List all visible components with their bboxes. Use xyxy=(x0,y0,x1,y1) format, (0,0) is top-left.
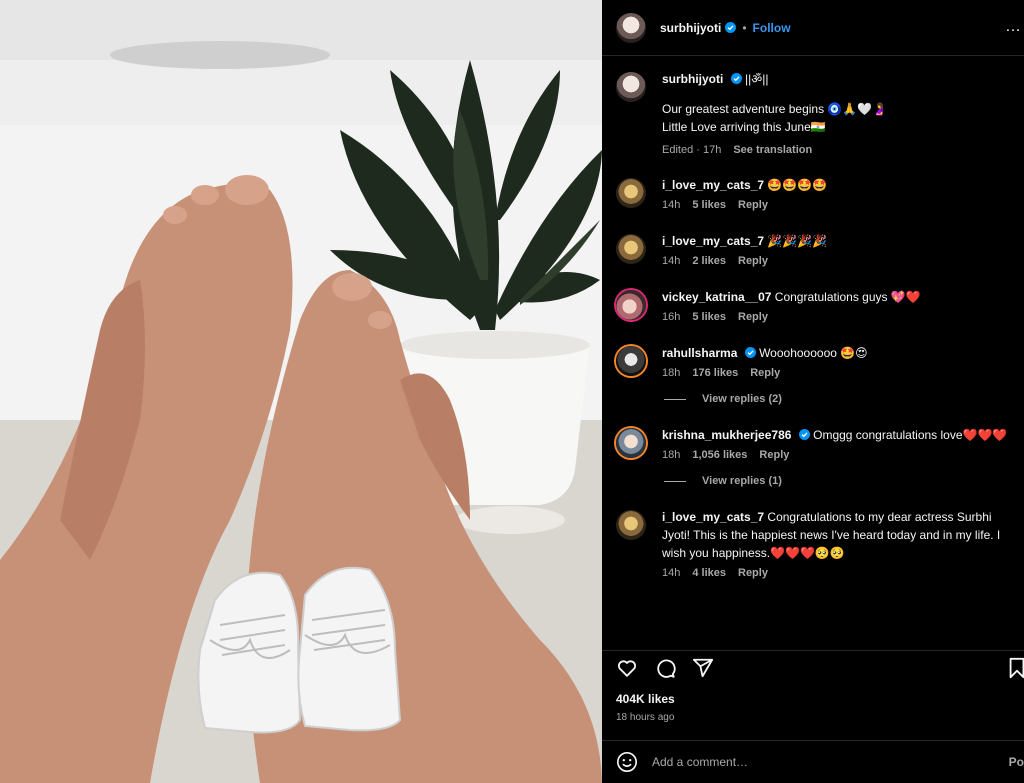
save-bookmark-icon[interactable] xyxy=(1006,657,1024,679)
reply-button[interactable]: Reply xyxy=(738,199,768,211)
follow-button[interactable]: Follow xyxy=(753,21,791,35)
comment-item: vickey_katrina__07 Congratulations guys … xyxy=(616,288,1010,323)
caption-line-1: Our greatest adventure begins 🧿🙏🤍🤰 xyxy=(662,102,888,116)
commenter-avatar[interactable] xyxy=(616,510,646,540)
post-header: surbhijyoti • Follow … xyxy=(602,0,1024,56)
comment-time: 16h xyxy=(662,311,681,323)
commenter-username[interactable]: krishna_mukherjee786 xyxy=(662,428,791,442)
comment-time: 18h xyxy=(662,367,681,379)
caption-name-suffix: ||ॐ|| xyxy=(745,72,769,86)
comment-item: i_love_my_cats_7 🤩🤩🤩🤩 14h 5 likes Reply xyxy=(616,176,1010,211)
comment-text: 🎉🎉🎉🎉 xyxy=(767,234,828,248)
commenter-avatar[interactable] xyxy=(616,178,646,208)
comment-likes[interactable]: 5 likes xyxy=(692,199,726,211)
share-send-icon[interactable] xyxy=(692,657,714,679)
commenter-username[interactable]: vickey_katrina__07 xyxy=(662,290,771,304)
comment-item: rahullsharma Wooohoooooo 🤩😍 18h 176 likes… xyxy=(616,344,1010,379)
author-username[interactable]: surbhijyoti xyxy=(660,21,721,35)
commenter-avatar[interactable] xyxy=(616,346,646,376)
caption-username[interactable]: surbhijyoti xyxy=(662,72,723,86)
commenter-avatar[interactable] xyxy=(616,290,646,320)
post-side-panel: surbhijyoti • Follow … surbhijyoti ||ॐ||… xyxy=(602,0,1024,783)
comment-time: 14h xyxy=(662,255,681,267)
post-comment-button[interactable]: Po xyxy=(1009,755,1024,769)
commenter-username[interactable]: i_love_my_cats_7 xyxy=(662,510,764,524)
author-avatar[interactable] xyxy=(616,12,646,43)
comment-time: 14h xyxy=(662,199,681,211)
view-replies-button[interactable]: View replies (2) xyxy=(664,393,1010,405)
comment-text: 🤩🤩🤩🤩 xyxy=(767,178,828,192)
comment-likes[interactable]: 1,056 likes xyxy=(692,449,747,461)
reply-button[interactable]: Reply xyxy=(738,311,768,323)
commenter-username[interactable]: rahullsharma xyxy=(662,346,737,360)
more-options-icon[interactable]: … xyxy=(1005,18,1022,36)
verified-badge-icon xyxy=(730,73,742,84)
commenter-avatar[interactable] xyxy=(616,428,646,458)
instagram-post-view: surbhijyoti • Follow … surbhijyoti ||ॐ||… xyxy=(0,0,1024,783)
post-image xyxy=(0,0,602,783)
view-replies-label: View replies (2) xyxy=(702,393,782,405)
reply-button[interactable]: Reply xyxy=(759,449,789,461)
comment-likes[interactable]: 4 likes xyxy=(692,567,726,579)
comment-item: krishna_mukherjee786 Omggg congratulatio… xyxy=(616,426,1010,461)
commenter-avatar[interactable] xyxy=(616,234,646,264)
separator-dot: • xyxy=(742,20,747,35)
reply-button[interactable]: Reply xyxy=(738,255,768,267)
add-comment-bar: Po xyxy=(602,740,1024,783)
likes-count[interactable]: 404K likes xyxy=(616,692,1010,706)
verified-badge-icon xyxy=(744,347,756,358)
comment-text: Wooohoooooo 🤩😍 xyxy=(759,346,868,360)
caption-line-2: Little Love arriving this June🇮🇳 xyxy=(662,120,826,134)
like-heart-icon[interactable] xyxy=(616,657,638,679)
view-replies-line xyxy=(664,398,686,400)
add-comment-input[interactable] xyxy=(652,755,972,769)
comment-item: i_love_my_cats_7 Congratulations to my d… xyxy=(616,508,1010,579)
post-photo[interactable] xyxy=(0,0,602,783)
view-replies-line xyxy=(664,480,686,482)
comment-bubble-icon[interactable] xyxy=(654,657,676,679)
emoji-icon[interactable] xyxy=(616,751,638,773)
comment-time: 18h xyxy=(662,449,681,461)
reply-button[interactable]: Reply xyxy=(738,567,768,579)
reply-button[interactable]: Reply xyxy=(750,367,780,379)
comment-item: i_love_my_cats_7 🎉🎉🎉🎉 14h 2 likes Reply xyxy=(616,232,1010,267)
post-actions: 404K likes 18 hours ago xyxy=(602,650,1024,740)
post-timestamp: 18 hours ago xyxy=(616,712,675,723)
see-translation-link[interactable]: See translation xyxy=(733,144,812,156)
view-replies-label: View replies (1) xyxy=(702,475,782,487)
comment-text: Omggg congratulations love❤️❤️❤️ xyxy=(813,428,1008,442)
comment-likes[interactable]: 5 likes xyxy=(692,311,726,323)
verified-badge-icon xyxy=(798,429,810,440)
comment-likes[interactable]: 2 likes xyxy=(692,255,726,267)
comment-text: Congratulations guys 💖❤️ xyxy=(774,290,921,304)
comments-list[interactable]: surbhijyoti ||ॐ|| Our greatest adventure… xyxy=(602,56,1024,650)
commenter-username[interactable]: i_love_my_cats_7 xyxy=(662,234,764,248)
view-replies-button[interactable]: View replies (1) xyxy=(664,475,1010,487)
comment-likes[interactable]: 176 likes xyxy=(692,367,738,379)
caption-avatar[interactable] xyxy=(616,72,646,102)
caption-edited: Edited · 17h xyxy=(662,144,722,156)
caption: surbhijyoti ||ॐ|| Our greatest adventure… xyxy=(616,70,1010,156)
comment-time: 14h xyxy=(662,567,681,579)
commenter-username[interactable]: i_love_my_cats_7 xyxy=(662,178,764,192)
verified-badge-icon xyxy=(725,22,737,33)
